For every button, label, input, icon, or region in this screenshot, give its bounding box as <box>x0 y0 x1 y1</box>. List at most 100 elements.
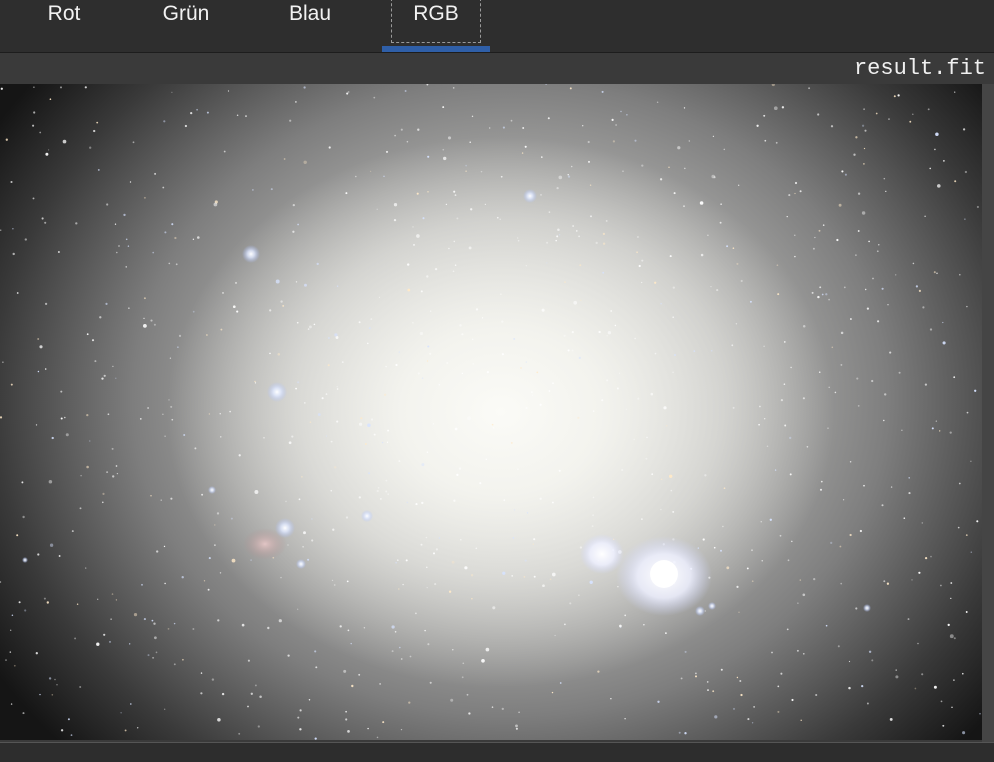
faint-star <box>394 631 397 633</box>
faint-star <box>890 486 893 488</box>
faint-star <box>406 140 409 143</box>
bright-star <box>208 486 216 494</box>
faint-star <box>147 407 150 409</box>
faint-star <box>786 628 789 631</box>
faint-star <box>723 487 726 490</box>
faint-star <box>295 101 297 103</box>
faint-star <box>67 718 70 721</box>
tab-green[interactable]: Grün <box>140 0 232 52</box>
faint-star <box>619 624 622 628</box>
faint-star <box>551 691 554 694</box>
faint-star <box>267 626 270 630</box>
faint-star <box>883 419 885 422</box>
faint-star <box>330 440 333 443</box>
faint-star <box>871 659 874 662</box>
faint-star <box>780 672 783 675</box>
faint-star <box>800 719 802 722</box>
faint-star <box>587 140 590 144</box>
faint-star <box>610 698 612 700</box>
faint-stars <box>0 84 981 740</box>
faint-star <box>548 390 551 392</box>
faint-star <box>811 291 814 294</box>
faint-star <box>551 572 556 577</box>
image-viewport[interactable] <box>0 84 994 742</box>
faint-star <box>864 129 867 132</box>
faint-star <box>397 588 400 590</box>
faint-star <box>501 353 504 356</box>
faint-star <box>699 201 704 205</box>
faint-star <box>336 388 339 390</box>
faint-star <box>65 433 69 437</box>
faint-star <box>101 377 104 380</box>
faint-star <box>363 627 366 629</box>
faint-star <box>80 474 82 477</box>
faint-star <box>316 262 319 266</box>
faint-star <box>738 184 740 186</box>
faint-star <box>426 275 429 278</box>
faint-star <box>452 270 455 273</box>
faint-star <box>37 553 40 556</box>
faint-star <box>420 290 423 293</box>
tab-rgb[interactable]: RGB <box>382 0 490 52</box>
faint-star <box>203 580 206 582</box>
faint-star <box>79 686 82 688</box>
faint-star <box>400 658 403 660</box>
faint-star <box>830 541 833 545</box>
faint-star <box>16 534 19 537</box>
faint-star <box>777 710 780 713</box>
faint-star <box>784 424 787 427</box>
faint-star <box>819 488 823 491</box>
faint-star <box>758 423 760 426</box>
faint-star <box>192 238 195 241</box>
faint-star <box>94 360 97 363</box>
faint-star <box>33 111 36 114</box>
faint-star <box>964 218 966 220</box>
faint-star <box>595 241 598 245</box>
faint-star <box>475 547 478 550</box>
faint-star <box>291 435 294 438</box>
astro-image[interactable] <box>0 84 982 740</box>
faint-star <box>790 366 792 369</box>
faint-star <box>21 481 24 484</box>
faint-star <box>454 194 457 196</box>
faint-star <box>643 624 645 626</box>
faint-star <box>525 265 527 267</box>
faint-star <box>802 397 805 400</box>
faint-star <box>117 244 121 248</box>
faint-star <box>937 184 941 188</box>
faint-star <box>385 479 388 482</box>
faint-star <box>567 349 570 352</box>
faint-star <box>911 579 913 581</box>
faint-star <box>282 304 285 307</box>
faint-star <box>64 416 66 419</box>
faint-star <box>16 292 19 294</box>
faint-star <box>501 707 504 711</box>
faint-star <box>556 186 559 190</box>
vertical-scroll-gutter[interactable] <box>982 84 994 742</box>
faint-star <box>713 546 716 549</box>
faint-star <box>499 218 501 220</box>
faint-star <box>802 593 806 597</box>
faint-star <box>612 140 616 143</box>
faint-star <box>771 651 773 654</box>
faint-star <box>895 669 897 671</box>
faint-star <box>552 382 554 385</box>
tab-red[interactable]: Rot <box>18 0 110 52</box>
faint-star <box>391 625 395 629</box>
faint-star <box>167 628 170 630</box>
faint-star <box>747 718 750 721</box>
faint-star <box>86 465 89 469</box>
faint-star <box>548 211 551 213</box>
faint-star <box>378 296 381 299</box>
faint-star <box>429 352 432 355</box>
faint-star <box>511 575 514 577</box>
faint-star <box>719 221 722 224</box>
faint-star <box>288 441 292 445</box>
faint-star <box>500 175 503 178</box>
faint-star <box>445 203 448 206</box>
faint-star <box>903 517 906 520</box>
bright-star <box>275 518 295 538</box>
faint-star <box>848 660 851 663</box>
faint-star <box>714 715 718 719</box>
tab-blue[interactable]: Blau <box>264 0 356 52</box>
